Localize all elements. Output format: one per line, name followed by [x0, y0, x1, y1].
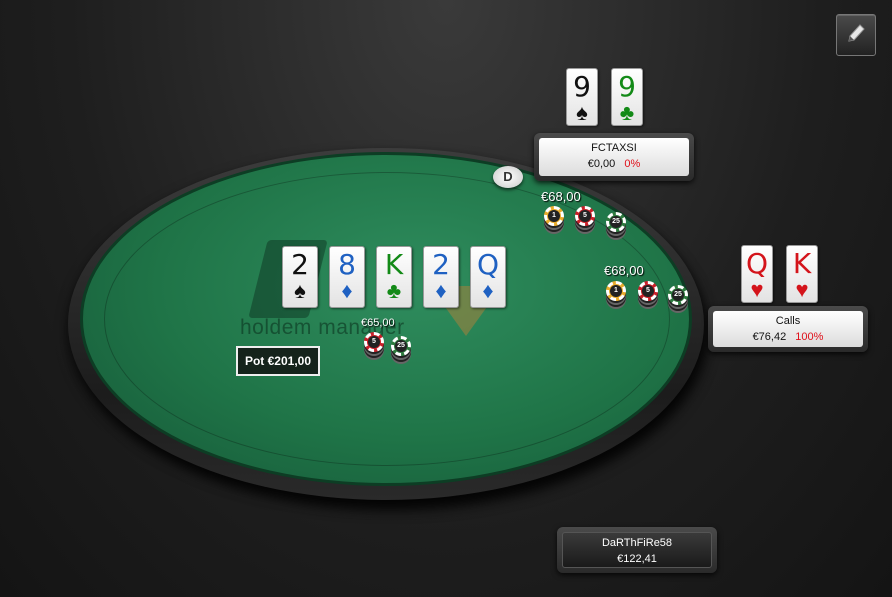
- card-rank: 2: [291, 248, 309, 281]
- player-name: Calls: [775, 315, 801, 327]
- card-suit: ♦: [482, 278, 494, 303]
- board-card-1: 2 ♠: [282, 246, 318, 308]
- chip-5: 5: [575, 206, 595, 226]
- seat-top[interactable]: FCTAXSI €0,00 0%: [534, 133, 694, 181]
- top-player-card-1: 9 ♠: [566, 68, 598, 126]
- player-stack: €122,41: [617, 553, 657, 565]
- card-rank: 2: [432, 248, 450, 281]
- chip-25: 25: [391, 336, 411, 356]
- chip-1: 1: [544, 206, 564, 226]
- player-equity: 100%: [795, 331, 824, 343]
- card-suit: ♣: [619, 100, 635, 125]
- right-player-card-2: K ♥: [786, 245, 818, 303]
- player-equity: 0%: [624, 158, 641, 170]
- pencil-icon: [845, 21, 867, 50]
- chip-25: 25: [668, 285, 688, 305]
- player-stack-line: €0,00 0%: [539, 156, 689, 172]
- card-rank: 9: [573, 70, 591, 103]
- right-player-bet: €68,00: [604, 263, 644, 278]
- card-rank: Q: [745, 247, 769, 280]
- chip-5: 5: [364, 332, 384, 352]
- card-rank: 8: [338, 248, 356, 281]
- board-card-4: 2 ♦: [423, 246, 459, 308]
- card-suit: ♠: [576, 100, 588, 125]
- chip-1: 1: [606, 281, 626, 301]
- card-suit: ♥: [795, 277, 809, 302]
- card-rank: 9: [618, 70, 636, 103]
- seat-bottom[interactable]: DaRThFiRe58 €122,41: [557, 527, 717, 573]
- card-suit: ♦: [341, 278, 353, 303]
- card-suit: ♠: [294, 278, 306, 303]
- edit-button[interactable]: [836, 14, 876, 56]
- card-suit: ♣: [386, 278, 402, 303]
- seat-right[interactable]: Calls €76,42 100%: [708, 306, 868, 352]
- pot-display: Pot €201,00: [236, 346, 320, 376]
- player-name: FCTAXSI: [591, 142, 637, 154]
- top-player-bet: €68,00: [541, 189, 581, 204]
- card-rank: Q: [476, 248, 500, 281]
- card-rank: K: [792, 247, 812, 280]
- board-card-5: Q ♦: [470, 246, 506, 308]
- player-stack: €76,42: [752, 331, 787, 343]
- bottom-player-bet: €65,00: [361, 317, 395, 329]
- board-card-2: 8 ♦: [329, 246, 365, 308]
- chip-5: 5: [638, 281, 658, 301]
- right-player-card-1: Q ♥: [741, 245, 773, 303]
- card-rank: K: [384, 248, 404, 281]
- dealer-button: D: [493, 166, 523, 188]
- top-player-card-2: 9 ♣: [611, 68, 643, 126]
- card-suit: ♦: [435, 278, 447, 303]
- player-stack-line: €76,42 100%: [713, 329, 863, 345]
- card-suit: ♥: [750, 277, 764, 302]
- player-name: DaRThFiRe58: [601, 537, 673, 549]
- board-card-3: K ♣: [376, 246, 412, 308]
- player-stack: €0,00: [587, 158, 616, 170]
- chip-25: 25: [606, 212, 626, 232]
